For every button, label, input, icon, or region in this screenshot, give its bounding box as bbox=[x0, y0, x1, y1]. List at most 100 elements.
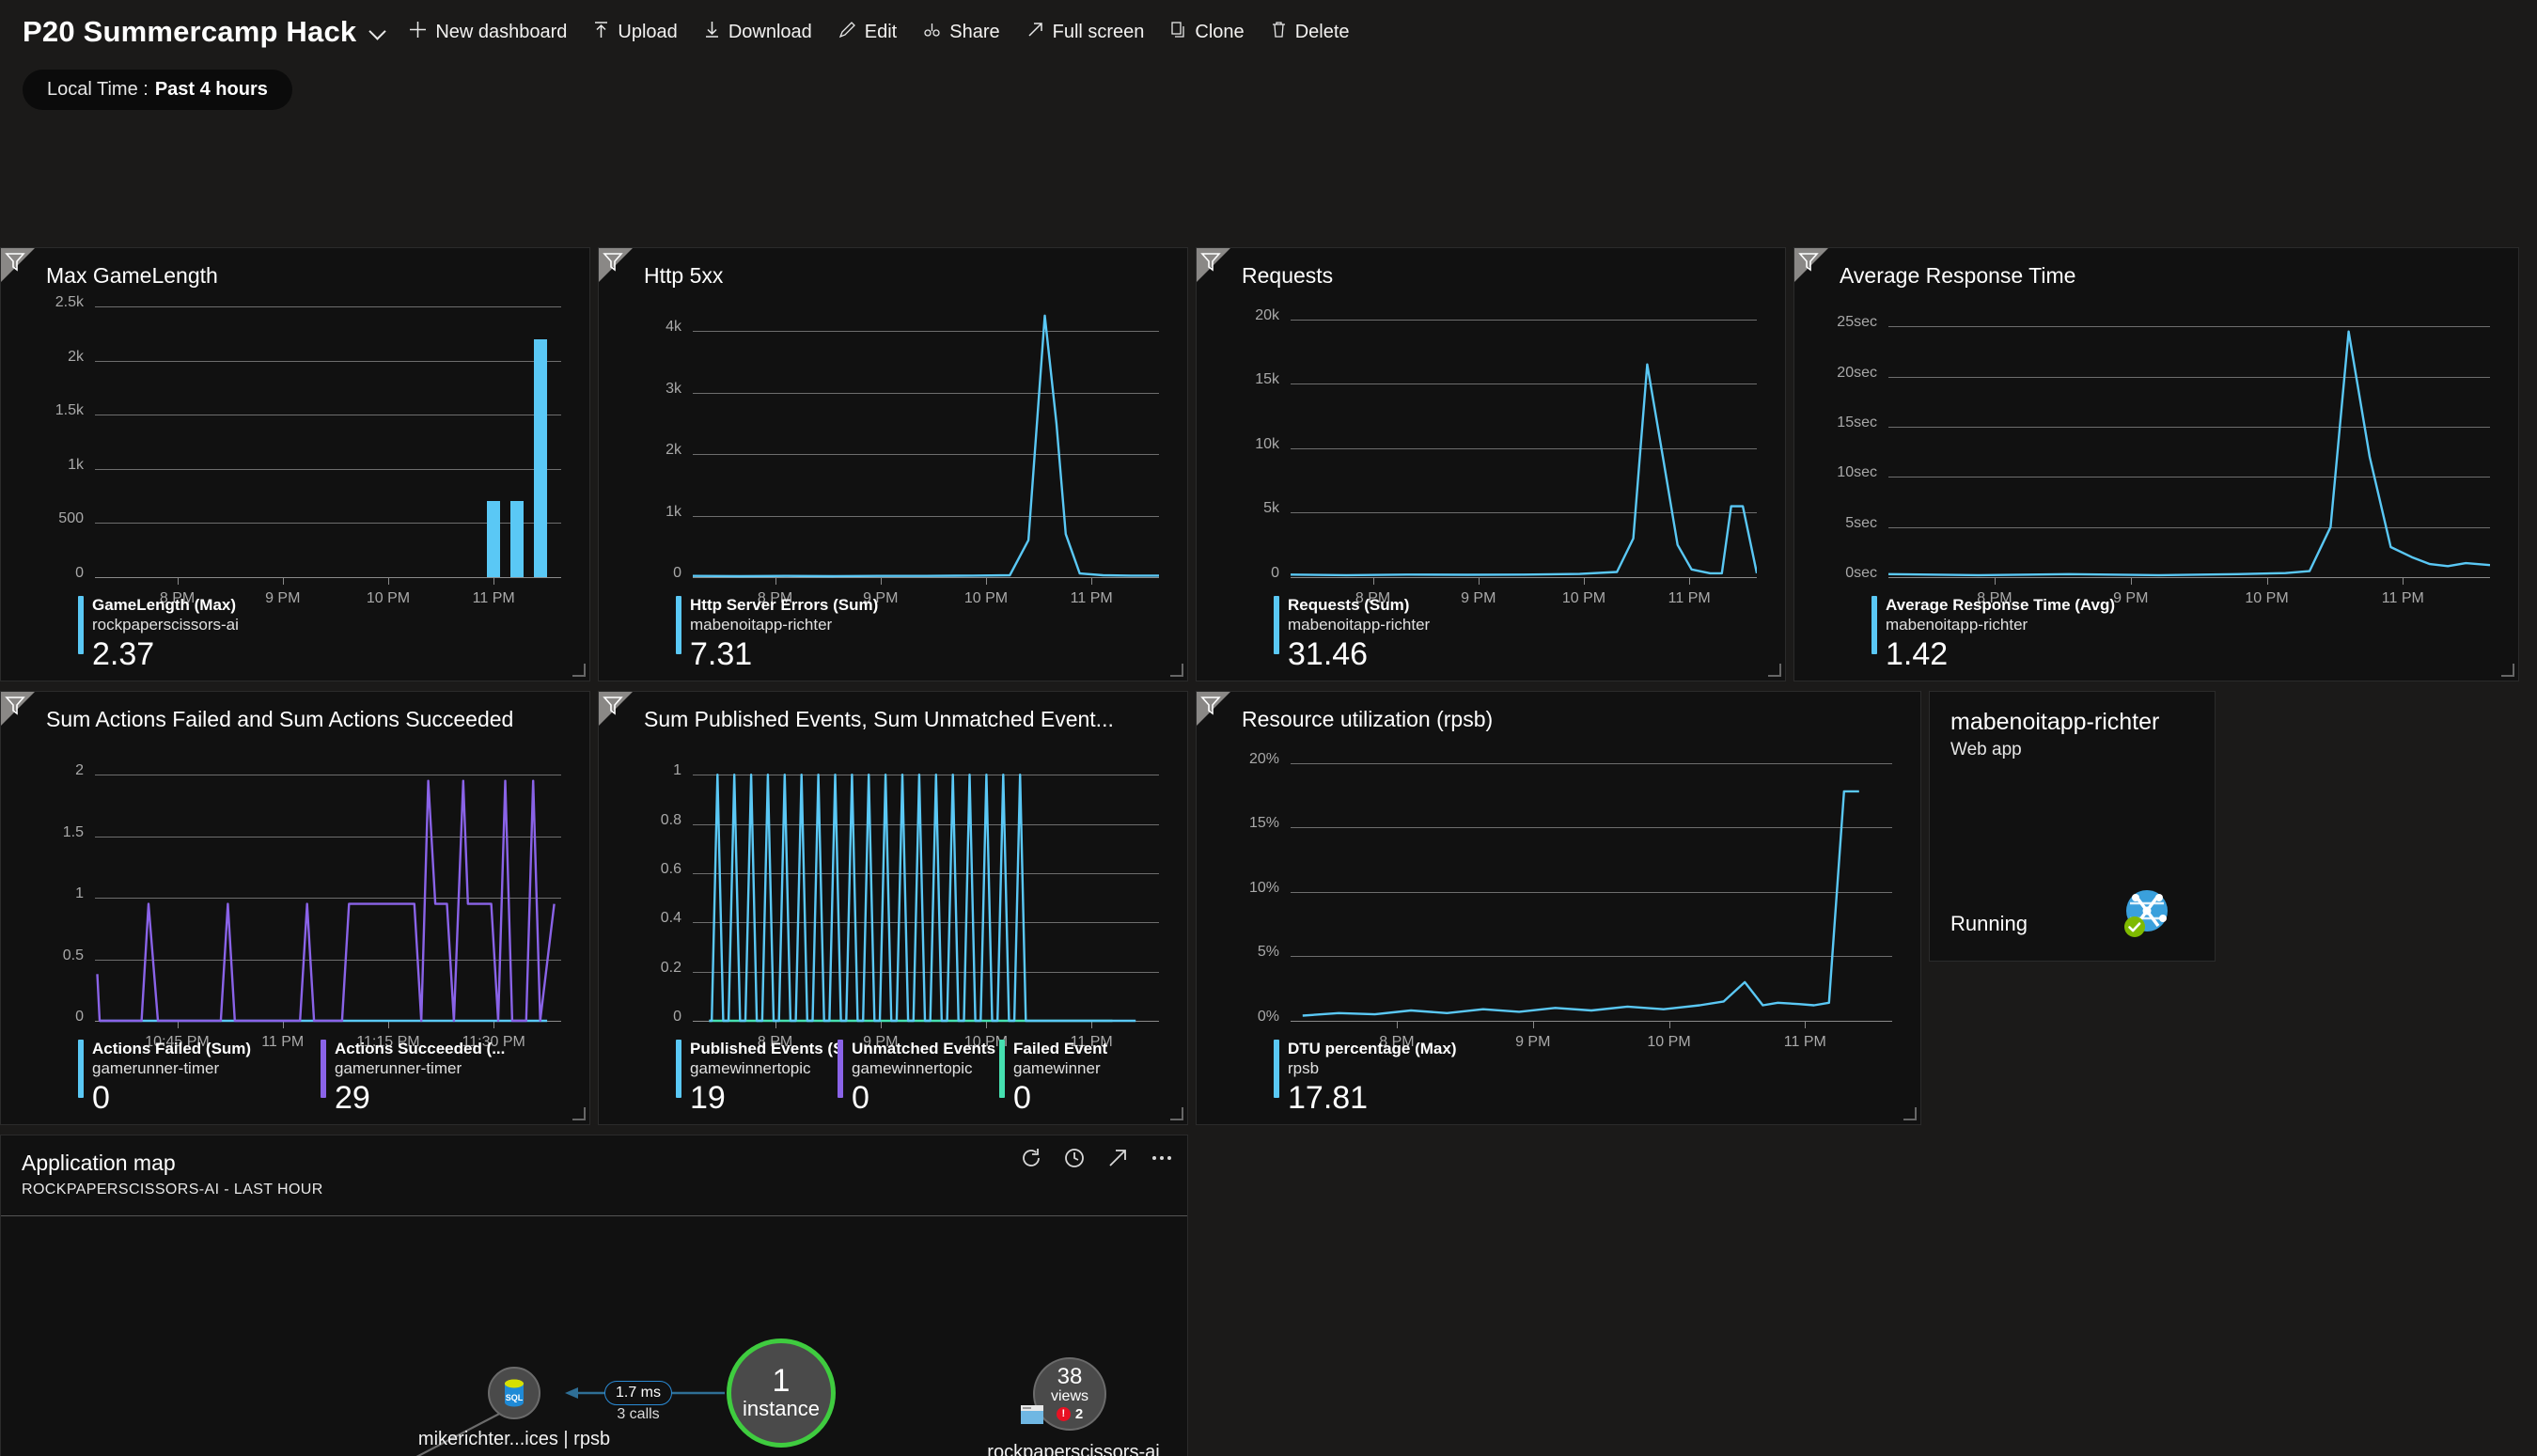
y-axis-tick-label: 2 bbox=[75, 762, 84, 779]
x-axis-tick bbox=[282, 578, 284, 585]
x-axis-tick bbox=[2266, 578, 2268, 585]
legend-item[interactable]: Http Server Errors (Sum) mabenoitapp-rich… bbox=[676, 596, 1052, 673]
legend-value: 2.37 bbox=[92, 636, 155, 672]
tile-resize-handle[interactable] bbox=[1768, 664, 1781, 677]
y-axis-tick-label: 0 bbox=[75, 1009, 84, 1025]
legend-value: 31.46 bbox=[1288, 636, 1369, 672]
download-button[interactable]: Download bbox=[691, 15, 825, 50]
ellipsis-icon[interactable] bbox=[1150, 1147, 1174, 1174]
y-axis-tick-label: 5sec bbox=[1845, 514, 1877, 531]
sql-database-icon[interactable]: SQL bbox=[488, 1367, 540, 1419]
legend-item[interactable]: Actions Succeeded (... gamerunner-timer 29 bbox=[321, 1040, 563, 1117]
tile-chart: 0 1k 2k 3k 4k 8 PM 9 PM 10 PM 11 PM bbox=[666, 306, 1159, 606]
legend-text: Failed Event gamewinner 0 bbox=[1013, 1040, 1107, 1117]
full-screen-button[interactable]: Full screen bbox=[1013, 15, 1158, 50]
x-axis-tick bbox=[1689, 578, 1691, 585]
legend-item[interactable]: DTU percentage (Max) rpsb 17.81 bbox=[1274, 1040, 1650, 1117]
tile-filter-indicator[interactable] bbox=[1, 248, 35, 282]
y-axis-tick-label: 0 bbox=[1271, 565, 1279, 581]
share-label: Share bbox=[949, 21, 1000, 42]
dashboard-tile: Average Response Time 0sec 5sec 10sec 15sec 2… bbox=[1793, 247, 2519, 681]
expand-icon[interactable] bbox=[1106, 1147, 1129, 1174]
new-dashboard-button[interactable]: New dashboard bbox=[396, 15, 580, 50]
application-map-title: Application map bbox=[22, 1151, 176, 1175]
y-axis-tick-label: 20k bbox=[1255, 306, 1279, 323]
x-axis-tick bbox=[1396, 1022, 1398, 1028]
app-map-node-error-text: 2 bbox=[1074, 1406, 1084, 1423]
tile-title: Sum Published Events, Sum Unmatched Even… bbox=[644, 707, 1114, 731]
legend-value: 19 bbox=[690, 1080, 726, 1116]
clock-icon[interactable] bbox=[1063, 1147, 1086, 1174]
tile-resize-handle[interactable] bbox=[1903, 1107, 1917, 1120]
refresh-icon[interactable] bbox=[1020, 1147, 1042, 1174]
edit-button[interactable]: Edit bbox=[825, 15, 910, 50]
legend-metric-name: Unmatched Events (Sum) bbox=[852, 1040, 999, 1057]
legend-resource-name: gamewinnertopic bbox=[852, 1059, 973, 1077]
legend-item[interactable]: Average Response Time (Avg) mabenoitapp-r… bbox=[1871, 596, 2247, 673]
tile-filter-indicator[interactable] bbox=[1197, 692, 1230, 726]
tile-chart: 0 0.5 1 1.5 2 10:45 PM 11 PM 11:15 PM 11:30 PM bbox=[63, 750, 561, 1050]
y-axis-tick-label: 1.5k bbox=[55, 402, 84, 419]
dashboard-tile: Sum Published Events, Sum Unmatched Even… bbox=[598, 691, 1188, 1125]
tile-chart: 0 5k 10k 15k 20k 8 PM 9 PM 10 PM 11 PM bbox=[1255, 306, 1757, 606]
tile-resize-handle[interactable] bbox=[2501, 664, 2514, 677]
y-axis-tick-label: 1.5 bbox=[62, 823, 84, 840]
legend-color-swatch bbox=[78, 1040, 84, 1098]
tile-resize-handle[interactable] bbox=[572, 1107, 586, 1120]
tile-filter-indicator[interactable] bbox=[599, 248, 633, 282]
tile-resize-handle[interactable] bbox=[572, 664, 586, 677]
app-map-node-label: mikerichter...ices | rpsb bbox=[417, 1429, 611, 1449]
y-axis-tick-label: 5% bbox=[1257, 944, 1279, 961]
clone-button[interactable]: Clone bbox=[1157, 15, 1257, 50]
tile-filter-indicator[interactable] bbox=[1, 692, 35, 726]
tile-filter-indicator[interactable] bbox=[1197, 248, 1230, 282]
legend-value: 29 bbox=[335, 1080, 370, 1116]
legend-text: Actions Failed (Sum) gamerunner-timer 0 bbox=[92, 1040, 251, 1117]
delete-label: Delete bbox=[1294, 21, 1350, 42]
legend-value: 0 bbox=[852, 1080, 869, 1116]
legend-item[interactable]: GameLength (Max) rockpaperscissors-ai 2.37 bbox=[78, 596, 454, 673]
legend-metric-name: Average Response Time (Avg) bbox=[1886, 596, 2116, 614]
chart-gridline bbox=[95, 306, 561, 307]
pencil-icon bbox=[838, 21, 856, 44]
tile-resize-handle[interactable] bbox=[1170, 664, 1183, 677]
tile-legend: Requests (Sum) mabenoitapp-richter 31.46 bbox=[1274, 596, 1770, 673]
legend-text: Average Response Time (Avg) mabenoitapp-r… bbox=[1886, 596, 2115, 673]
x-axis-tick bbox=[2403, 578, 2404, 585]
tile-filter-indicator[interactable] bbox=[599, 692, 633, 726]
legend-color-swatch bbox=[321, 1040, 326, 1098]
y-axis-tick-label: 1 bbox=[673, 762, 681, 779]
tile-chart: 0% 5% 10% 15% 20% 8 PM 9 PM 10 PM 11 PM bbox=[1249, 750, 1892, 1050]
time-filter-label: Local Time : bbox=[47, 79, 149, 100]
app-map-edge-duration[interactable]: 1.7 ms bbox=[603, 1381, 673, 1405]
dashboard-title: P20 Summercamp Hack bbox=[23, 15, 357, 48]
dashboard-tile: Requests 0 5k 10k 15k 20k 8 PM 9 PM 10 PM 11 PM Re… bbox=[1196, 247, 1786, 681]
delete-button[interactable]: Delete bbox=[1258, 15, 1363, 50]
app-map-node-unit: instance bbox=[743, 1397, 820, 1421]
tile-filter-indicator[interactable] bbox=[1794, 248, 1828, 282]
tile-resize-handle[interactable] bbox=[1170, 1107, 1183, 1120]
chevron-down-icon[interactable] bbox=[369, 23, 386, 40]
legend-item[interactable]: Actions Failed (Sum) gamerunner-timer 0 bbox=[78, 1040, 321, 1117]
y-axis-tick-label: 500 bbox=[58, 510, 84, 527]
tile-legend: Published Events (Sum) gamewinnertopic 19 U… bbox=[676, 1040, 1172, 1117]
webapp-tile[interactable]: mabenoitapp-richter Web app Running bbox=[1929, 691, 2216, 962]
x-axis-line bbox=[95, 577, 561, 578]
application-map-header: Application map ROCKPAPERSCISSORS-AI - LA… bbox=[1, 1135, 1187, 1216]
legend-metric-name: GameLength (Max) bbox=[92, 596, 237, 614]
y-axis-tick-label: 20% bbox=[1248, 750, 1279, 767]
app-map-node-error: ! 2 bbox=[1056, 1406, 1084, 1423]
x-axis-tick bbox=[1583, 578, 1585, 585]
legend-item[interactable]: Published Events (Sum) gamewinnertopic 19 bbox=[676, 1040, 838, 1117]
y-axis-tick-label: 0% bbox=[1257, 1009, 1279, 1025]
tile-legend: GameLength (Max) rockpaperscissors-ai 2.37 bbox=[78, 596, 574, 673]
legend-item[interactable]: Unmatched Events (Sum) gamewinnertopic 0 bbox=[838, 1040, 999, 1117]
legend-metric-name: Http Server Errors (Sum) bbox=[690, 596, 879, 614]
time-range-filter[interactable]: Local Time : Past 4 hours bbox=[23, 70, 292, 110]
share-button[interactable]: Share bbox=[910, 15, 1012, 50]
application-map-tile: Application map ROCKPAPERSCISSORS-AI - LA… bbox=[0, 1135, 1188, 1456]
upload-label: Upload bbox=[618, 21, 678, 42]
legend-item[interactable]: Failed Event gamewinner 0 bbox=[999, 1040, 1161, 1117]
upload-button[interactable]: Upload bbox=[580, 15, 690, 50]
legend-item[interactable]: Requests (Sum) mabenoitapp-richter 31.46 bbox=[1274, 596, 1650, 673]
